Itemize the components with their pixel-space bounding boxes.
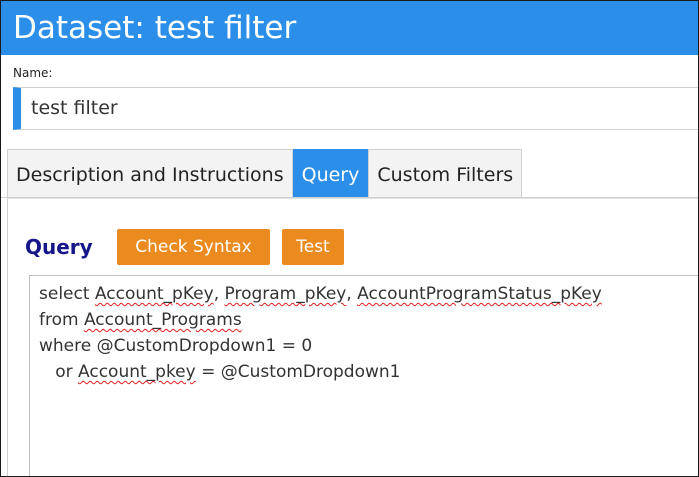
spellcheck-word: Program_pKey [224, 284, 347, 304]
check-syntax-button[interactable]: Check Syntax [117, 229, 270, 265]
code-text: , [346, 284, 358, 304]
spellcheck-word: Account_pkey [78, 362, 196, 382]
tab-description-and-instructions[interactable]: Description and Instructions [7, 149, 293, 197]
spellcheck-word: AccountProgramStatus_pKey [357, 284, 602, 304]
code-text: = @CustomDropdown1 [195, 362, 401, 382]
dataset-window: Dataset: test filter Name: test filter D… [0, 0, 699, 477]
tab-bar: Description and Instructions Query Custo… [7, 149, 523, 197]
code-line-3: where @CustomDropdown1 = 0 [39, 333, 698, 359]
tab-query[interactable]: Query [292, 149, 369, 197]
code-line-4: or Account_pkey = @CustomDropdown1 [39, 359, 698, 385]
code-text: from [39, 310, 84, 330]
name-label: Name: [13, 66, 53, 80]
query-heading: Query [25, 235, 93, 259]
code-line-1: select Account_pKey, Program_pKey, Accou… [39, 281, 698, 307]
spellcheck-word: Account_Programs [83, 310, 242, 330]
code-text: where @CustomDropdown1 = 0 [39, 336, 313, 356]
code-text: , [213, 284, 225, 304]
code-line-2: from Account_Programs [39, 307, 698, 333]
test-button[interactable]: Test [282, 229, 344, 265]
code-text: select [39, 284, 95, 304]
window-title: Dataset: test filter [1, 1, 698, 55]
query-editor[interactable]: select Account_pKey, Program_pKey, Accou… [29, 275, 698, 476]
name-input[interactable]: test filter [13, 87, 698, 130]
tab-custom-filters[interactable]: Custom Filters [368, 149, 523, 197]
code-text: or [39, 362, 79, 382]
spellcheck-word: Account_pKey [94, 284, 214, 304]
